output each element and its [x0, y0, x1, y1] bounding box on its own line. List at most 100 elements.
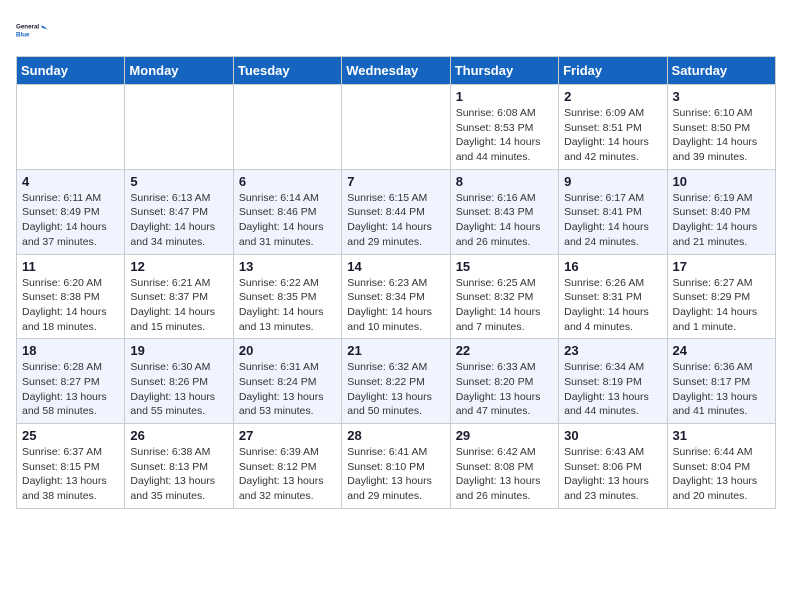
- day-number: 17: [673, 259, 770, 274]
- calendar-cell: [342, 85, 450, 170]
- calendar-cell: 13 Sunrise: 6:22 AM Sunset: 8:35 PM Dayli…: [233, 254, 341, 339]
- day-info: Sunrise: 6:15 AM Sunset: 8:44 PM Dayligh…: [347, 191, 444, 250]
- calendar-cell: 12Sunrise: 6:21 AM Sunset: 8:37 PM Dayli…: [125, 254, 233, 339]
- day-info: Sunrise: 6:27 AM Sunset: 8:29 PM Dayligh…: [673, 276, 770, 335]
- day-number: 18: [22, 343, 119, 358]
- calendar-cell: 4 Sunrise: 6:11 AM Sunset: 8:49 PM Daylig…: [17, 169, 125, 254]
- day-info: Sunrise: 6:30 AM Sunset: 8:26 PM Dayligh…: [130, 360, 227, 419]
- day-number: 10: [673, 174, 770, 189]
- calendar-cell: 21Sunrise: 6:32 AM Sunset: 8:22 PM Dayli…: [342, 339, 450, 424]
- weekday-header-friday: Friday: [559, 57, 667, 85]
- calendar-cell: 6 Sunrise: 6:14 AM Sunset: 8:46 PM Daylig…: [233, 169, 341, 254]
- day-info: Sunrise: 6:14 AM Sunset: 8:46 PM Dayligh…: [239, 191, 336, 250]
- day-number: 15: [456, 259, 553, 274]
- day-number: 9: [564, 174, 661, 189]
- day-info: Sunrise: 6:28 AM Sunset: 8:27 PM Dayligh…: [22, 360, 119, 419]
- calendar-cell: 5 Sunrise: 6:13 AM Sunset: 8:47 PM Daylig…: [125, 169, 233, 254]
- calendar-cell: [233, 85, 341, 170]
- calendar-cell: 27Sunrise: 6:39 AM Sunset: 8:12 PM Dayli…: [233, 424, 341, 509]
- day-number: 30: [564, 428, 661, 443]
- day-number: 4: [22, 174, 119, 189]
- day-info: Sunrise: 6:33 AM Sunset: 8:20 PM Dayligh…: [456, 360, 553, 419]
- calendar-cell: 2Sunrise: 6:09 AM Sunset: 8:51 PM Daylig…: [559, 85, 667, 170]
- day-info: Sunrise: 6:31 AM Sunset: 8:24 PM Dayligh…: [239, 360, 336, 419]
- calendar-cell: 28Sunrise: 6:41 AM Sunset: 8:10 PM Dayli…: [342, 424, 450, 509]
- weekday-header-sunday: Sunday: [17, 57, 125, 85]
- svg-text:Blue: Blue: [16, 32, 30, 39]
- day-number: 1: [456, 89, 553, 104]
- day-number: 8: [456, 174, 553, 189]
- calendar-cell: [17, 85, 125, 170]
- day-info: Sunrise: 6:32 AM Sunset: 8:22 PM Dayligh…: [347, 360, 444, 419]
- calendar-cell: 7 Sunrise: 6:15 AM Sunset: 8:44 PM Daylig…: [342, 169, 450, 254]
- calendar-cell: 26Sunrise: 6:38 AM Sunset: 8:13 PM Dayli…: [125, 424, 233, 509]
- calendar-week-row: 1Sunrise: 6:08 AM Sunset: 8:53 PM Daylig…: [17, 85, 776, 170]
- calendar-cell: 30 Sunrise: 6:43 AM Sunset: 8:06 PM Dayli…: [559, 424, 667, 509]
- day-number: 22: [456, 343, 553, 358]
- day-number: 13: [239, 259, 336, 274]
- day-number: 5: [130, 174, 227, 189]
- weekday-header-saturday: Saturday: [667, 57, 775, 85]
- weekday-header-wednesday: Wednesday: [342, 57, 450, 85]
- day-info: Sunrise: 6:19 AM Sunset: 8:40 PM Dayligh…: [673, 191, 770, 250]
- calendar-cell: 9 Sunrise: 6:17 AM Sunset: 8:41 PM Daylig…: [559, 169, 667, 254]
- calendar-cell: 31Sunrise: 6:44 AM Sunset: 8:04 PM Dayli…: [667, 424, 775, 509]
- weekday-header-thursday: Thursday: [450, 57, 558, 85]
- day-number: 7: [347, 174, 444, 189]
- day-info: Sunrise: 6:13 AM Sunset: 8:47 PM Dayligh…: [130, 191, 227, 250]
- calendar-cell: 19 Sunrise: 6:30 AM Sunset: 8:26 PM Dayli…: [125, 339, 233, 424]
- day-number: 20: [239, 343, 336, 358]
- day-info: Sunrise: 6:20 AM Sunset: 8:38 PM Dayligh…: [22, 276, 119, 335]
- day-number: 2: [564, 89, 661, 104]
- day-number: 3: [673, 89, 770, 104]
- weekday-header-monday: Monday: [125, 57, 233, 85]
- day-info: Sunrise: 6:16 AM Sunset: 8:43 PM Dayligh…: [456, 191, 553, 250]
- calendar-cell: 16Sunrise: 6:26 AM Sunset: 8:31 PM Dayli…: [559, 254, 667, 339]
- calendar-table: SundayMondayTuesdayWednesdayThursdayFrid…: [16, 56, 776, 509]
- day-info: Sunrise: 6:17 AM Sunset: 8:41 PM Dayligh…: [564, 191, 661, 250]
- svg-text:General: General: [16, 24, 39, 31]
- day-number: 23: [564, 343, 661, 358]
- calendar-week-row: 25Sunrise: 6:37 AM Sunset: 8:15 PM Dayli…: [17, 424, 776, 509]
- day-number: 26: [130, 428, 227, 443]
- day-info: Sunrise: 6:26 AM Sunset: 8:31 PM Dayligh…: [564, 276, 661, 335]
- day-number: 29: [456, 428, 553, 443]
- day-info: Sunrise: 6:23 AM Sunset: 8:34 PM Dayligh…: [347, 276, 444, 335]
- calendar-week-row: 18 Sunrise: 6:28 AM Sunset: 8:27 PM Dayli…: [17, 339, 776, 424]
- calendar-cell: [125, 85, 233, 170]
- day-number: 27: [239, 428, 336, 443]
- day-info: Sunrise: 6:10 AM Sunset: 8:50 PM Dayligh…: [673, 106, 770, 165]
- day-number: 19: [130, 343, 227, 358]
- weekday-header-tuesday: Tuesday: [233, 57, 341, 85]
- day-number: 12: [130, 259, 227, 274]
- day-number: 6: [239, 174, 336, 189]
- day-info: Sunrise: 6:25 AM Sunset: 8:32 PM Dayligh…: [456, 276, 553, 335]
- day-number: 14: [347, 259, 444, 274]
- day-info: Sunrise: 6:44 AM Sunset: 8:04 PM Dayligh…: [673, 445, 770, 504]
- day-info: Sunrise: 6:34 AM Sunset: 8:19 PM Dayligh…: [564, 360, 661, 419]
- day-info: Sunrise: 6:43 AM Sunset: 8:06 PM Dayligh…: [564, 445, 661, 504]
- calendar-cell: 23 Sunrise: 6:34 AM Sunset: 8:19 PM Dayli…: [559, 339, 667, 424]
- calendar-week-row: 11 Sunrise: 6:20 AM Sunset: 8:38 PM Dayli…: [17, 254, 776, 339]
- calendar-cell: 3 Sunrise: 6:10 AM Sunset: 8:50 PM Daylig…: [667, 85, 775, 170]
- calendar-cell: 8 Sunrise: 6:16 AM Sunset: 8:43 PM Daylig…: [450, 169, 558, 254]
- calendar-cell: 1Sunrise: 6:08 AM Sunset: 8:53 PM Daylig…: [450, 85, 558, 170]
- calendar-cell: 29 Sunrise: 6:42 AM Sunset: 8:08 PM Dayli…: [450, 424, 558, 509]
- day-info: Sunrise: 6:11 AM Sunset: 8:49 PM Dayligh…: [22, 191, 119, 250]
- page-header: GeneralBlue: [16, 16, 776, 44]
- day-number: 11: [22, 259, 119, 274]
- calendar-cell: 17 Sunrise: 6:27 AM Sunset: 8:29 PM Dayli…: [667, 254, 775, 339]
- day-number: 28: [347, 428, 444, 443]
- calendar-cell: 14 Sunrise: 6:23 AM Sunset: 8:34 PM Dayli…: [342, 254, 450, 339]
- calendar-cell: 24Sunrise: 6:36 AM Sunset: 8:17 PM Dayli…: [667, 339, 775, 424]
- calendar-cell: 11 Sunrise: 6:20 AM Sunset: 8:38 PM Dayli…: [17, 254, 125, 339]
- day-info: Sunrise: 6:22 AM Sunset: 8:35 PM Dayligh…: [239, 276, 336, 335]
- day-number: 25: [22, 428, 119, 443]
- calendar-header-row: SundayMondayTuesdayWednesdayThursdayFrid…: [17, 57, 776, 85]
- calendar-cell: 20 Sunrise: 6:31 AM Sunset: 8:24 PM Dayli…: [233, 339, 341, 424]
- calendar-cell: 10 Sunrise: 6:19 AM Sunset: 8:40 PM Dayli…: [667, 169, 775, 254]
- calendar-cell: 22 Sunrise: 6:33 AM Sunset: 8:20 PM Dayli…: [450, 339, 558, 424]
- day-info: Sunrise: 6:42 AM Sunset: 8:08 PM Dayligh…: [456, 445, 553, 504]
- day-info: Sunrise: 6:36 AM Sunset: 8:17 PM Dayligh…: [673, 360, 770, 419]
- logo: GeneralBlue: [16, 16, 52, 44]
